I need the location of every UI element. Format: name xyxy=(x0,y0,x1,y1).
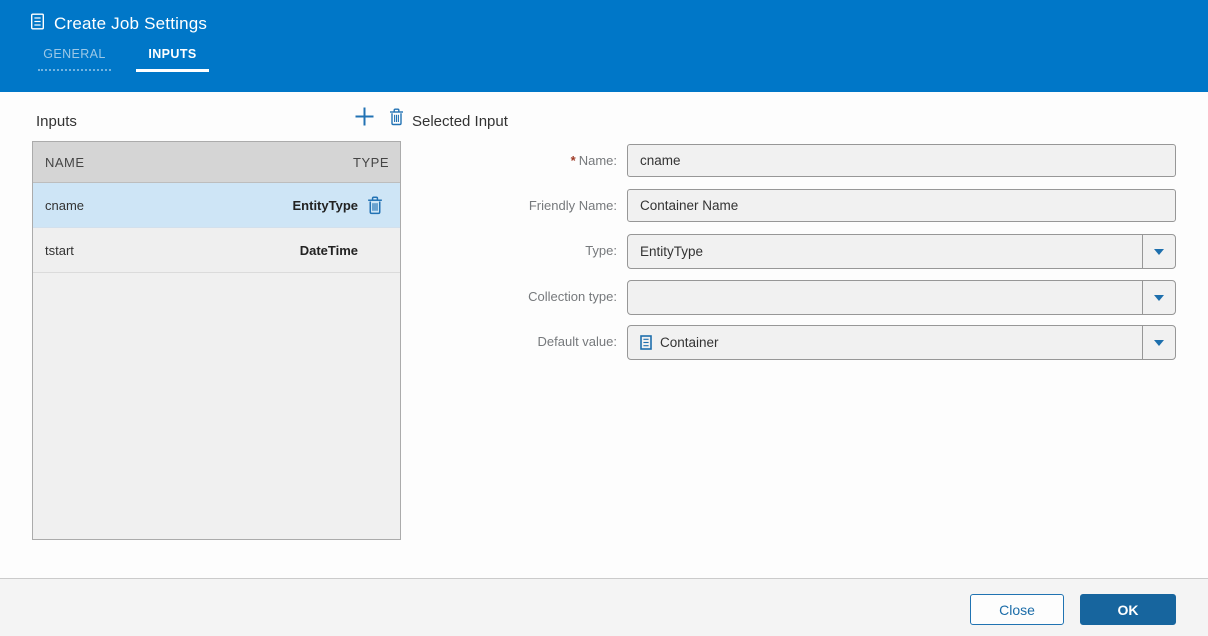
default-value-dropdown[interactable]: Container xyxy=(627,325,1176,360)
dropdown-button[interactable] xyxy=(1142,235,1175,268)
row-name: tstart xyxy=(45,242,74,258)
default-value-label: Default value: xyxy=(537,334,618,349)
row-type: DateTime xyxy=(299,242,358,258)
column-header-name: NAME xyxy=(45,154,85,170)
chevron-down-icon xyxy=(1154,248,1164,255)
delete-input-button[interactable] xyxy=(387,108,405,128)
close-button[interactable]: Close xyxy=(970,594,1064,625)
dialog-header: Create Job Settings GENERAL INPUTS xyxy=(0,0,1208,92)
type-label: Type: xyxy=(585,243,617,258)
chevron-down-icon xyxy=(1154,339,1164,346)
dialog-title: Create Job Settings xyxy=(54,14,208,33)
tab-general[interactable]: GENERAL xyxy=(38,47,111,73)
inputs-heading: Inputs xyxy=(36,113,77,130)
table-row-tstart[interactable]: tstart DateTime xyxy=(33,228,400,273)
ok-button[interactable]: OK xyxy=(1080,594,1176,625)
dialog-footer: Close OK xyxy=(0,578,1208,636)
chevron-down-icon xyxy=(1154,294,1164,301)
row-name: cname xyxy=(45,197,85,213)
name-field[interactable]: cname xyxy=(627,144,1176,177)
document-icon xyxy=(30,13,45,35)
name-label: * Name: xyxy=(570,153,617,168)
plus-icon xyxy=(354,106,375,130)
title-row: Create Job Settings xyxy=(30,13,207,35)
inputs-table-header: NAME TYPE xyxy=(33,142,400,183)
add-input-button[interactable] xyxy=(352,106,376,130)
row-type: EntityType xyxy=(292,197,359,213)
friendly-name-label: Friendly Name: xyxy=(528,198,617,213)
tab-bar: GENERAL INPUTS xyxy=(38,47,209,73)
friendly-name-field[interactable]: Container Name xyxy=(627,189,1176,222)
row-trash-icon[interactable] xyxy=(367,196,383,215)
inputs-table: NAME TYPE cname EntityType tstart DateTi… xyxy=(32,141,401,540)
tab-inputs[interactable]: INPUTS xyxy=(136,47,209,73)
entity-list-icon xyxy=(640,335,652,350)
create-job-settings-dialog: Create Job Settings GENERAL INPUTS Input… xyxy=(0,0,1208,636)
column-header-type: TYPE xyxy=(353,154,389,170)
dropdown-button[interactable] xyxy=(1142,281,1175,314)
trash-icon xyxy=(389,108,404,129)
required-marker: * xyxy=(570,153,576,168)
collection-type-label: Collection type: xyxy=(528,289,617,304)
type-dropdown[interactable]: EntityType xyxy=(627,234,1176,269)
collection-type-dropdown[interactable] xyxy=(627,280,1176,315)
selected-input-heading: Selected Input xyxy=(412,113,508,130)
table-row-cname[interactable]: cname EntityType xyxy=(33,183,400,228)
dropdown-button[interactable] xyxy=(1142,326,1175,359)
